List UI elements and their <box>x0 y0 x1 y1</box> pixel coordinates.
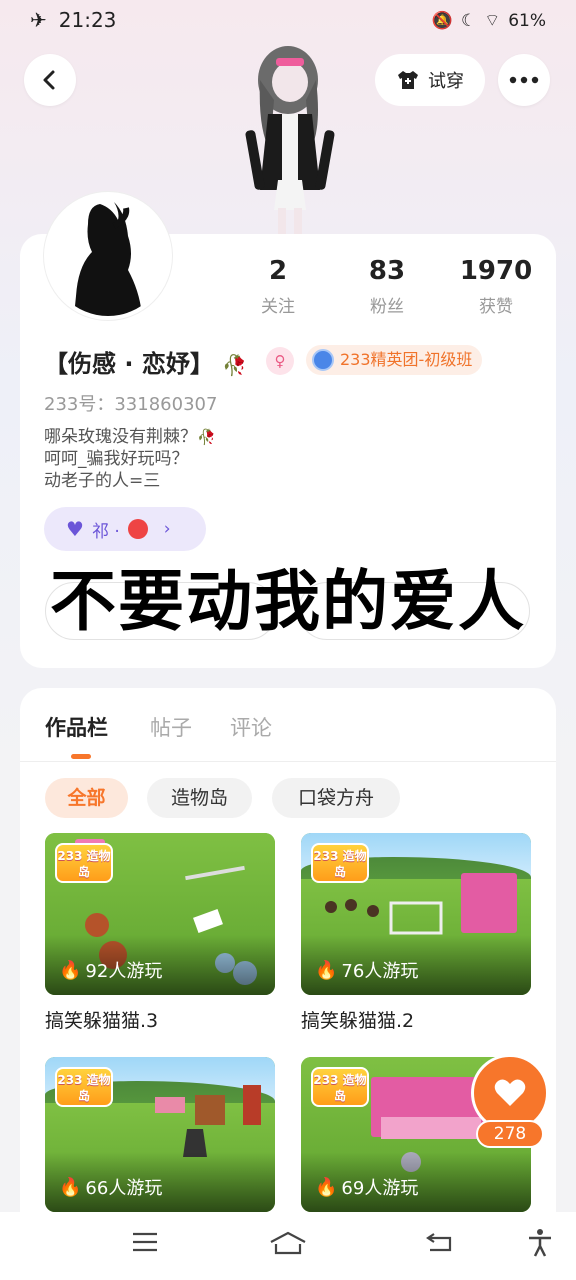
flame-icon: 🔥 <box>315 1176 338 1198</box>
tab-comments[interactable]: 评论 <box>230 712 272 742</box>
overlay-caption: 不要动我的爱人 <box>50 563 526 640</box>
relation-chip-text: 祁 · <box>91 521 120 542</box>
nickname: 【伤感 · 恋妤】 🥀 <box>44 344 247 379</box>
bio-line-1: 哪朵玫瑰没有荆棘？ <box>44 427 197 447</box>
game-logo: 233 造物岛 <box>55 1067 113 1107</box>
nickname-text: 【伤感 · 恋妤】 <box>44 350 214 378</box>
level-medal-icon <box>312 349 334 371</box>
filter-creation-island[interactable]: 造物岛 <box>147 778 252 818</box>
try-on-button[interactable]: 试穿 <box>375 54 485 106</box>
play-count-text: 92人游玩 <box>85 961 163 982</box>
game-title[interactable]: 搞笑躲猫猫.3 <box>45 1006 158 1033</box>
stat-likes[interactable]: 1970 获赞 <box>441 256 551 317</box>
game-card[interactable]: 233 造物岛 🔥 76人游玩 <box>301 833 531 995</box>
angry-face-icon <box>127 519 148 539</box>
stat-fans[interactable]: 83 粉丝 <box>332 256 442 317</box>
accessibility-icon[interactable] <box>527 1228 553 1258</box>
play-count-text: 69人游玩 <box>341 1178 419 1199</box>
moon-icon: ☾ <box>460 10 477 31</box>
following-label: 关注 <box>261 297 295 317</box>
shirt-icon <box>398 71 418 89</box>
back-nav-icon[interactable] <box>424 1230 454 1254</box>
flame-icon: 🔥 <box>59 1176 82 1198</box>
game-logo: 233 造物岛 <box>311 1067 369 1107</box>
bio-line-3: 动老子的人=三 <box>44 471 161 491</box>
play-count-text: 76人游玩 <box>341 961 419 982</box>
status-bar: ✈ 21:23 🔕 ☾ ⌔ 61% <box>0 0 576 44</box>
level-badge[interactable]: 233精英团-初级班 <box>306 345 483 375</box>
battery-text: 61% <box>508 10 546 31</box>
wifi-icon: ⌔ <box>484 11 501 31</box>
level-badge-text: 233精英团-初级班 <box>340 350 473 369</box>
play-count: 🔥 76人游玩 <box>315 957 418 983</box>
user-id[interactable]: 233号：331860307 <box>44 390 217 416</box>
divider <box>20 761 556 762</box>
play-count-text: 66人游玩 <box>85 1178 163 1199</box>
relation-chip[interactable]: ♥ 祁 · › <box>44 507 206 551</box>
avatar-figure[interactable] <box>230 40 350 240</box>
try-on-label: 试穿 <box>428 71 464 92</box>
fans-label: 粉丝 <box>370 297 404 317</box>
flame-icon: 🔥 <box>59 959 82 981</box>
play-count: 🔥 92人游玩 <box>59 957 162 983</box>
status-time: 21:23 <box>58 8 117 32</box>
game-title[interactable]: 搞笑躲猫猫.2 <box>301 1006 414 1033</box>
likes-count: 1970 <box>459 256 533 286</box>
likes-label: 获赞 <box>479 297 513 317</box>
profile-avatar[interactable] <box>44 192 172 320</box>
tab-indicator <box>71 754 91 759</box>
heart-icon <box>494 1079 526 1106</box>
tab-posts[interactable]: 帖子 <box>150 712 192 742</box>
filter-all[interactable]: 全部 <box>45 778 128 818</box>
heart-icon: ♥ <box>66 517 84 541</box>
game-logo: 233 造物岛 <box>55 843 113 883</box>
game-logo: 233 造物岛 <box>311 843 369 883</box>
tab-works[interactable]: 作品栏 <box>45 712 108 742</box>
game-card[interactable]: 233 造物岛 🔥 92人游玩 <box>45 833 275 995</box>
rose-icon: 🥀 <box>222 353 248 377</box>
mute-icon: 🔕 <box>431 10 453 31</box>
flame-icon: 🔥 <box>315 959 338 981</box>
back-button[interactable] <box>24 54 76 106</box>
chevron-left-icon <box>43 70 55 90</box>
avatar-silhouette-icon <box>48 196 168 316</box>
filter-pocket-ark[interactable]: 口袋方舟 <box>272 778 400 818</box>
menu-icon[interactable] <box>131 1230 159 1254</box>
bio: 哪朵玫瑰没有荆棘？🥀 呵呵_骗我好玩吗？ 动老子的人=三 <box>44 426 216 492</box>
more-dots-icon <box>509 76 539 84</box>
rose-icon: 🥀 <box>197 428 216 446</box>
play-count: 🔥 66人游玩 <box>59 1174 162 1200</box>
chevron-right-icon: › <box>163 519 171 539</box>
like-count: 278 <box>476 1120 544 1148</box>
more-button[interactable] <box>498 54 550 106</box>
stat-following[interactable]: 2 关注 <box>223 256 333 317</box>
bio-line-2: 呵呵_骗我好玩吗？ <box>44 449 189 469</box>
following-count: 2 <box>268 256 288 286</box>
game-card[interactable]: 233 造物岛 🔥 66人游玩 <box>45 1057 275 1212</box>
fans-count: 83 <box>368 256 406 286</box>
airplane-mode-icon: ✈ <box>30 8 47 32</box>
female-icon: ♀ <box>266 347 294 375</box>
home-icon[interactable] <box>268 1230 308 1256</box>
play-count: 🔥 69人游玩 <box>315 1174 418 1200</box>
